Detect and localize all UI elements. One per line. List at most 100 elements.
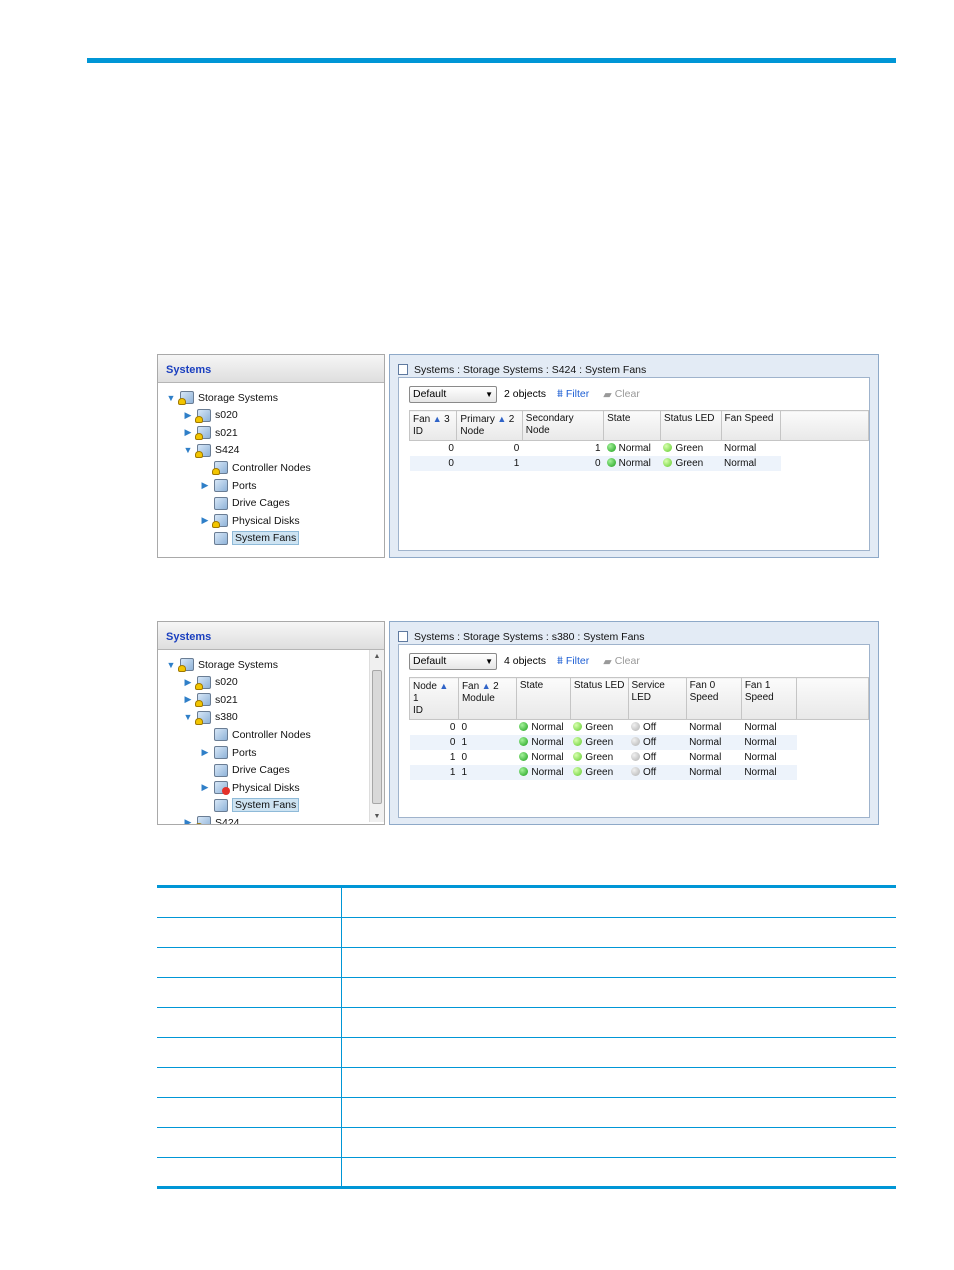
- status-green-icon: [573, 737, 583, 746]
- collapse-arrow-icon[interactable]: ▼: [166, 393, 176, 403]
- filter-button[interactable]: ⩩ Filter: [557, 388, 589, 401]
- tree-item-label: Ports: [232, 746, 257, 759]
- scrollbar-thumb[interactable]: [372, 670, 382, 804]
- expand-arrow-icon[interactable]: ▶: [183, 694, 193, 705]
- column-header[interactable]: Service LED: [627, 677, 687, 720]
- tree-item[interactable]: ▼ Storage Systems: [166, 389, 278, 406]
- collapse-arrow-icon[interactable]: ▼: [183, 445, 193, 455]
- column-header[interactable]: Fan ▲ 3 ID: [408, 410, 458, 441]
- column-header[interactable]: Fan Speed: [720, 410, 782, 441]
- tree-item[interactable]: ▼ S424: [183, 442, 240, 459]
- clear-button[interactable]: ▰ Clear: [603, 655, 640, 668]
- collapse-arrow-icon[interactable]: ▼: [183, 712, 193, 722]
- table-row-rule: [157, 1157, 896, 1158]
- tree-item[interactable]: Controller Nodes: [200, 459, 311, 476]
- filter-select[interactable]: Default ▼: [409, 385, 497, 403]
- table-cell: Off: [628, 765, 687, 780]
- tree-item[interactable]: ▶ s020: [183, 407, 238, 424]
- tree-item[interactable]: ▶ s021: [183, 691, 238, 708]
- column-header[interactable]: Fan 0 Speed: [685, 677, 742, 720]
- tree-item-label: Controller Nodes: [232, 728, 311, 741]
- expand-arrow-icon[interactable]: ▶: [200, 747, 210, 758]
- column-header[interactable]: State: [603, 410, 661, 441]
- expand-arrow-icon[interactable]: ▶: [200, 515, 210, 526]
- tree-item[interactable]: Drive Cages: [200, 495, 290, 512]
- tree-item[interactable]: Drive Cages: [200, 762, 290, 779]
- clear-button[interactable]: ▰ Clear: [603, 388, 640, 401]
- tree-item[interactable]: ▶ Ports: [200, 744, 257, 761]
- table-row-rule: [157, 1067, 896, 1068]
- status-off-icon: [631, 722, 641, 731]
- table-cell: 1: [595, 443, 601, 454]
- scroll-up-icon[interactable]: ▲: [370, 653, 384, 660]
- expand-arrow-icon[interactable]: ▶: [183, 410, 193, 421]
- table-cell: Normal: [744, 752, 777, 763]
- table-cell: 0: [522, 456, 604, 471]
- status-off-icon: [631, 737, 641, 746]
- system-fans-pane: Systems : Storage Systems : s380 : Syste…: [389, 621, 879, 825]
- expand-arrow-icon[interactable]: ▶: [183, 817, 193, 824]
- tree-item[interactable]: System Fans: [200, 797, 300, 814]
- filter-select[interactable]: Default ▼: [409, 652, 497, 670]
- filter-icon: ⩩: [557, 387, 563, 400]
- tree-item-label: Drive Cages: [232, 497, 290, 510]
- column-header[interactable]: Primary ▲ 2 Node: [456, 410, 523, 441]
- system-warning-icon: [195, 426, 211, 441]
- table-row[interactable]: 1 1 Normal Green Off Normal Normal: [409, 765, 869, 780]
- tree-scrollbar[interactable]: ▲ ▼: [369, 650, 384, 822]
- table-cell: Green: [570, 750, 628, 765]
- tree-item-label: Storage Systems: [198, 391, 278, 404]
- tree-item[interactable]: ▼ s380: [183, 709, 238, 726]
- status-off-icon: [631, 752, 641, 761]
- column-header[interactable]: Node ▲ 1 ID: [409, 677, 459, 720]
- tree-item[interactable]: ▶ Ports: [200, 477, 257, 494]
- table-cell: 1: [449, 752, 456, 763]
- expand-arrow-icon[interactable]: ▶: [200, 782, 210, 793]
- fans-content: Default ▼ 4 objects ⩩ Filter ▰ Clear Node ▲…: [398, 644, 870, 818]
- tree-item-label: System Fans: [232, 531, 300, 546]
- sort-ascending-icon: ▲: [479, 681, 494, 691]
- tree-item[interactable]: ▶ Physical Disks: [200, 779, 300, 796]
- tree-item-label: Ports: [232, 479, 257, 492]
- expand-arrow-icon[interactable]: ▶: [200, 480, 210, 491]
- tree-item[interactable]: ▼ Storage Systems: [166, 656, 278, 673]
- table-cell: Green: [570, 735, 629, 750]
- column-header[interactable]: Fan 1 Speed: [740, 677, 798, 720]
- tree-item[interactable]: ▶ s020: [183, 674, 238, 691]
- filter-select-value: Default: [413, 388, 447, 400]
- column-header[interactable]: Fan ▲ 2 Module: [457, 677, 517, 720]
- tree-item[interactable]: System Fans: [200, 530, 300, 547]
- table-row[interactable]: 1 0 Normal Green Off Normal Normal: [410, 750, 869, 765]
- expand-arrow-icon[interactable]: ▶: [183, 427, 193, 438]
- filter-select-value: Default: [413, 655, 447, 667]
- table-row[interactable]: 0 0 Normal Green Off Normal Normal: [410, 719, 869, 735]
- column-header[interactable]: Status LED: [569, 677, 629, 720]
- table-row[interactable]: 0 1 Normal Green Off Normal Normal: [409, 735, 869, 750]
- table-row[interactable]: 0 0 1 Normal Green Normal: [410, 440, 869, 457]
- table-cell: 0: [513, 443, 520, 454]
- tree-item[interactable]: ▶ s021: [183, 424, 238, 441]
- tree-item[interactable]: Controller Nodes: [200, 726, 311, 743]
- header-filler: [796, 677, 869, 720]
- scroll-down-icon[interactable]: ▼: [370, 813, 384, 820]
- table-row[interactable]: 0 1 0 Normal Green Normal: [409, 456, 869, 471]
- row-filler: [796, 719, 869, 735]
- expand-arrow-icon[interactable]: ▶: [183, 677, 193, 688]
- column-header[interactable]: Secondary Node: [521, 410, 605, 441]
- column-header[interactable]: State: [515, 677, 571, 720]
- tree-pane-title: Systems: [158, 355, 384, 383]
- table-cell: Normal: [689, 722, 722, 733]
- tree-item[interactable]: ▶ S424: [183, 814, 240, 824]
- chevron-down-icon: ▼: [485, 656, 493, 666]
- collapse-arrow-icon[interactable]: ▼: [166, 660, 176, 670]
- table-cell: Normal: [689, 752, 722, 763]
- filter-button[interactable]: ⩩ Filter: [557, 655, 589, 668]
- table-cell: Green: [660, 441, 721, 457]
- row-filler: [796, 765, 869, 780]
- eraser-icon: ▰: [603, 388, 612, 401]
- column-header[interactable]: Status LED: [659, 410, 722, 441]
- tree-item-label: Controller Nodes: [232, 461, 311, 474]
- table-row-rule: [157, 1097, 896, 1098]
- status-normal-icon: [519, 752, 529, 761]
- tree-item[interactable]: ▶ Physical Disks: [200, 512, 300, 529]
